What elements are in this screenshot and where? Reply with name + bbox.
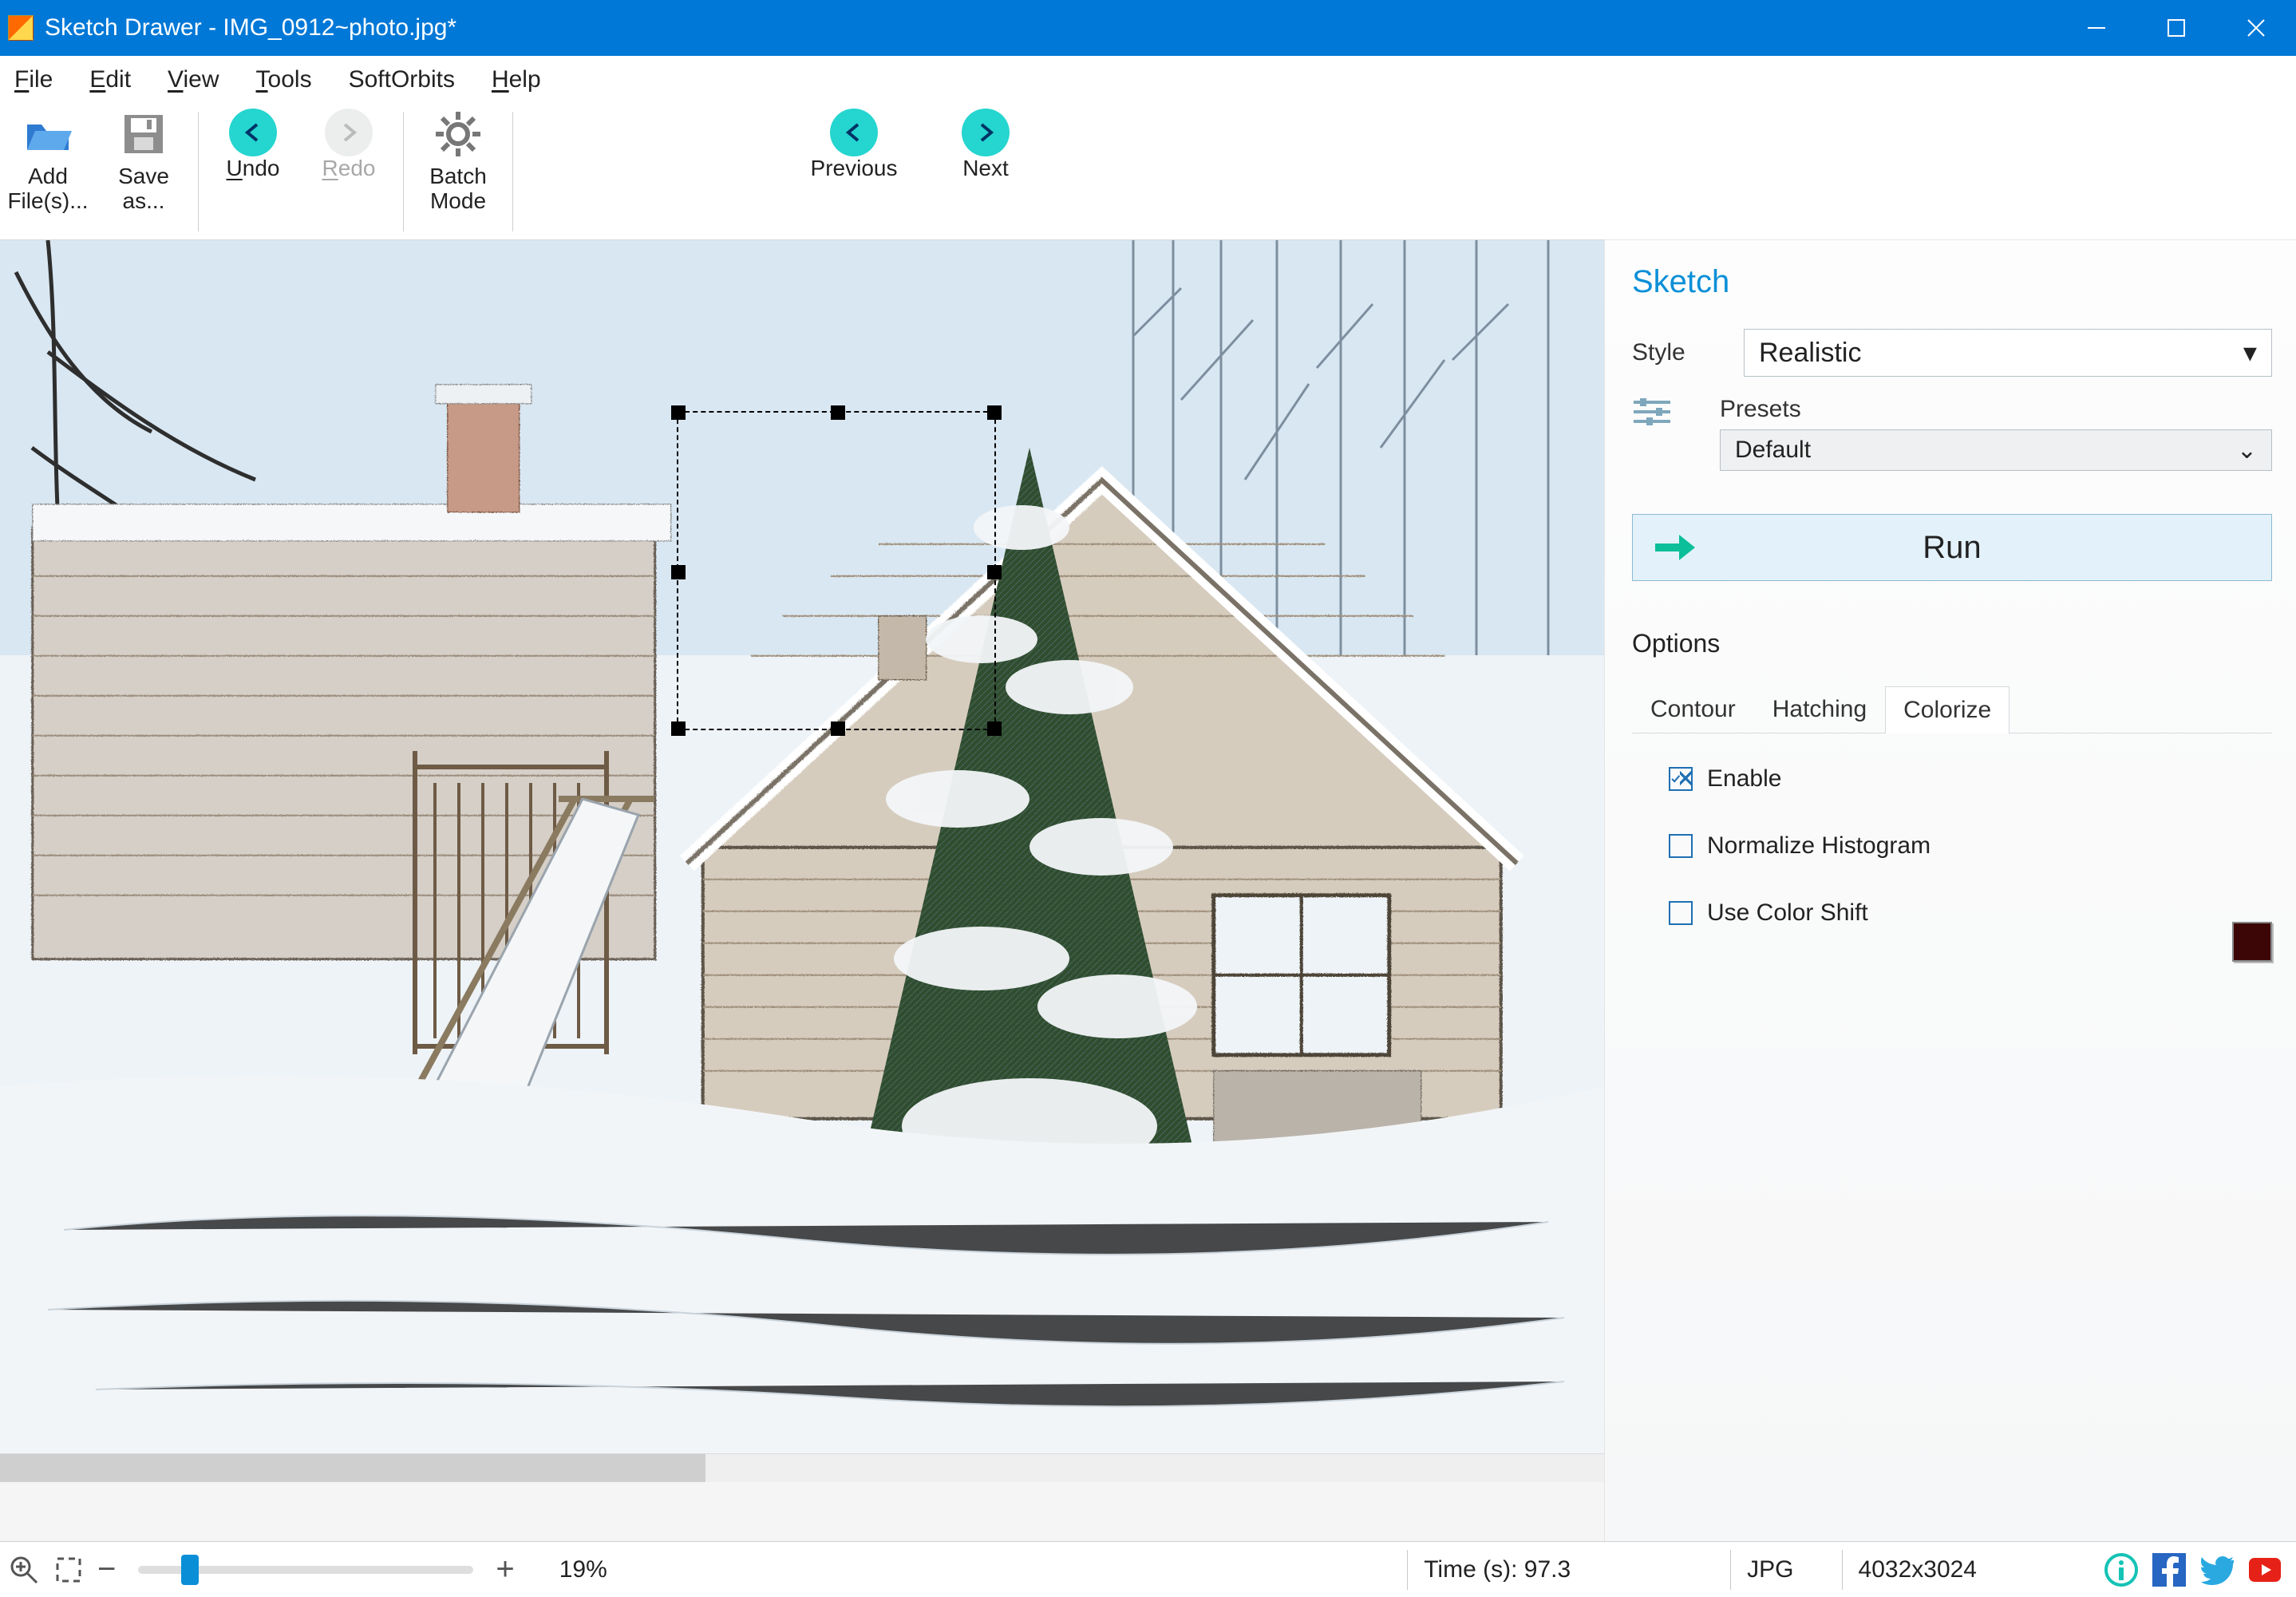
- next-icon: [962, 109, 1010, 156]
- menu-help[interactable]: Help: [492, 66, 541, 93]
- status-dimensions: 4032x3024: [1859, 1556, 1977, 1583]
- status-format: JPG: [1747, 1556, 1793, 1583]
- close-button[interactable]: [2216, 0, 2296, 56]
- menu-file[interactable]: File: [14, 66, 53, 93]
- tab-colorize[interactable]: Colorize: [1885, 686, 2009, 733]
- normalize-checkbox[interactable]: Normalize Histogram: [1669, 832, 2272, 860]
- handle-sw[interactable]: [671, 721, 686, 736]
- folder-open-icon: [22, 109, 73, 160]
- window-title: Sketch Drawer - IMG_0912~photo.jpg*: [45, 14, 456, 42]
- facebook-icon[interactable]: [2152, 1553, 2186, 1587]
- status-bar: − + 19% Time (s): 97.3 JPG 4032x3024: [0, 1541, 2296, 1597]
- minimize-button[interactable]: [2057, 0, 2136, 56]
- handle-n[interactable]: [831, 405, 845, 420]
- floppy-icon: [118, 109, 169, 160]
- undo-button[interactable]: Undo: [205, 107, 301, 181]
- title-bar: Sketch Drawer - IMG_0912~photo.jpg*: [0, 0, 2296, 56]
- menu-tools[interactable]: Tools: [256, 66, 312, 93]
- panel-heading: Sketch: [1632, 264, 2272, 300]
- options-tabs: Contour Hatching Colorize: [1632, 686, 2272, 733]
- menu-bar: File Edit View Tools SoftOrbits Help: [0, 56, 2296, 104]
- chevron-down-icon: ▾: [2243, 337, 2257, 369]
- batch-mode-button[interactable]: Batch Mode: [410, 107, 506, 214]
- tab-colorize-body: Enable Normalize Histogram Use Color Shi…: [1632, 733, 2272, 922]
- previous-icon: [830, 109, 878, 156]
- fit-screen-icon[interactable]: [53, 1554, 85, 1586]
- maximize-button[interactable]: [2136, 0, 2216, 56]
- info-icon[interactable]: [2104, 1553, 2138, 1587]
- zoom-out-button[interactable]: −: [97, 1552, 116, 1587]
- style-label: Style: [1632, 339, 1720, 366]
- youtube-icon[interactable]: [2248, 1553, 2282, 1587]
- zoom-slider[interactable]: [138, 1566, 473, 1574]
- options-heading: Options: [1632, 629, 2272, 658]
- social-links: [2104, 1553, 2296, 1587]
- color-swatch[interactable]: [2232, 922, 2272, 962]
- selection-rectangle[interactable]: [677, 411, 996, 730]
- zoom-in-button[interactable]: +: [496, 1552, 514, 1587]
- checkbox-icon: [1669, 834, 1693, 858]
- previous-button[interactable]: Previous: [798, 107, 910, 181]
- undo-icon: [229, 109, 277, 156]
- color-shift-checkbox[interactable]: Use Color Shift: [1669, 899, 2272, 927]
- style-select[interactable]: Realistic ▾: [1744, 329, 2272, 377]
- menu-view[interactable]: View: [168, 66, 219, 93]
- status-time: Time (s): 97.3: [1424, 1556, 1571, 1583]
- side-panel: Sketch Style Realistic ▾ Presets Default…: [1604, 239, 2296, 1541]
- toolbar: Add File(s)... Save as... Undo Redo: [0, 104, 2296, 239]
- checkbox-icon: [1669, 767, 1693, 791]
- horizontal-scrollbar[interactable]: [0, 1453, 1604, 1482]
- app-icon: [8, 15, 34, 41]
- redo-button: Redo: [301, 107, 397, 181]
- handle-w[interactable]: [671, 565, 686, 579]
- save-as-button[interactable]: Save as...: [96, 107, 192, 214]
- enable-checkbox[interactable]: Enable: [1669, 765, 2272, 793]
- tab-hatching[interactable]: Hatching: [1754, 686, 1885, 733]
- zoom-value: 19%: [559, 1556, 607, 1583]
- run-button[interactable]: Run: [1632, 514, 2272, 581]
- zoom-icon[interactable]: [8, 1554, 40, 1586]
- menu-edit[interactable]: Edit: [89, 66, 131, 93]
- handle-se[interactable]: [987, 721, 1002, 736]
- handle-e[interactable]: [987, 565, 1002, 579]
- checkbox-icon: [1669, 901, 1693, 925]
- tab-contour[interactable]: Contour: [1632, 686, 1754, 733]
- next-button[interactable]: Next: [942, 107, 1029, 181]
- presets-label: Presets: [1720, 396, 2272, 423]
- sliders-icon: [1632, 396, 1672, 428]
- redo-icon: [325, 109, 373, 156]
- run-arrow-icon: [1652, 530, 1700, 565]
- presets-select[interactable]: Default ⌄: [1720, 429, 2272, 471]
- handle-ne[interactable]: [987, 405, 1002, 420]
- handle-s[interactable]: [831, 721, 845, 736]
- add-file-button[interactable]: Add File(s)...: [0, 107, 96, 214]
- gear-icon: [433, 109, 484, 160]
- menu-softorbits[interactable]: SoftOrbits: [349, 66, 455, 93]
- chevron-down-icon: ⌄: [2237, 437, 2257, 464]
- handle-nw[interactable]: [671, 405, 686, 420]
- canvas-area[interactable]: [0, 239, 1604, 1541]
- twitter-icon[interactable]: [2200, 1553, 2234, 1587]
